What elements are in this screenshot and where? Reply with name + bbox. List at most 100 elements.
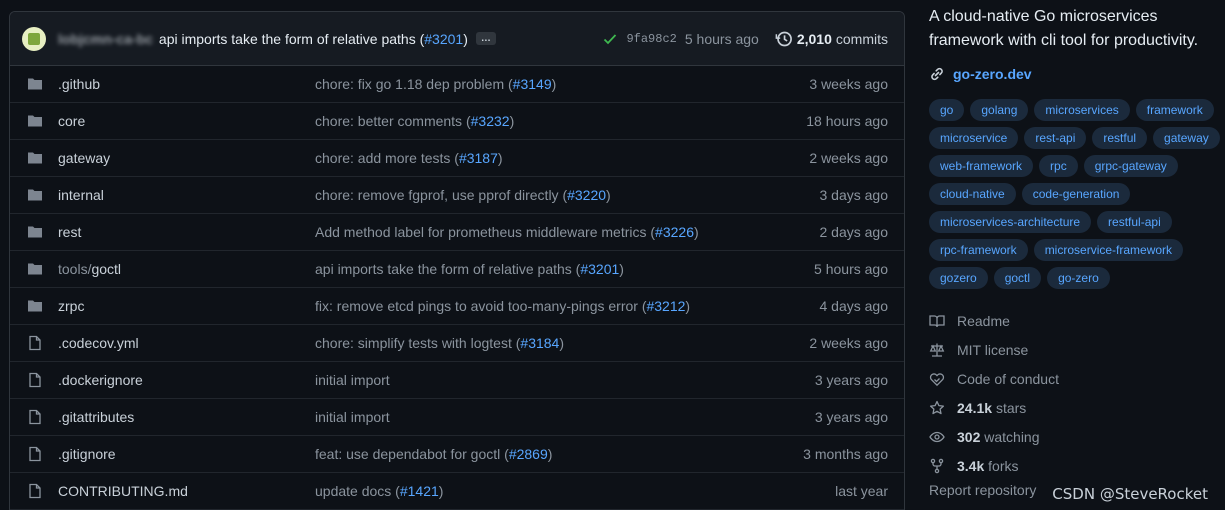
file-row[interactable]: .dockerignore initial import 3 years ago	[10, 362, 904, 399]
file-pr-link[interactable]: #3201	[580, 261, 619, 277]
topic-tag[interactable]: framework	[1135, 99, 1214, 121]
file-commit-message[interactable]: chore: add more tests (#3187)	[315, 150, 503, 166]
file-row[interactable]: .gitignore feat: use dependabot for goctl…	[10, 436, 904, 473]
topic-tag[interactable]: goctl	[993, 267, 1042, 289]
file-row[interactable]: rest Add method label for prometheus midd…	[10, 214, 904, 251]
file-browser: lobjcmn-ca-bc api imports take the form …	[9, 11, 905, 510]
folder-icon	[28, 263, 42, 275]
file-name[interactable]: zrpc	[58, 298, 84, 314]
file-name[interactable]: .codecov.yml	[58, 335, 139, 351]
website-url[interactable]: go-zero.dev	[953, 66, 1032, 82]
file-commit-message[interactable]: update docs (#1421)	[315, 483, 443, 499]
stars-link[interactable]: 24.1k stars	[929, 393, 1225, 422]
commit-author[interactable]: lobjcmn-ca-bc	[58, 31, 153, 47]
file-row[interactable]: tools/goctl api imports take the form of …	[10, 251, 904, 288]
file-pr-link[interactable]: #1421	[400, 483, 439, 499]
file-age: 3 months ago	[803, 446, 888, 462]
file-age: 4 days ago	[819, 298, 889, 314]
file-commit-message[interactable]: feat: use dependabot for goctl (#2869)	[315, 446, 552, 462]
topic-tag[interactable]: go-zero	[1047, 267, 1110, 289]
file-name[interactable]: core	[58, 113, 85, 129]
website-link[interactable]: go-zero.dev	[929, 66, 1225, 82]
file-row[interactable]: CONTRIBUTING.md update docs (#1421) last y…	[10, 473, 904, 510]
author-avatar[interactable]	[22, 26, 46, 51]
topic-tag[interactable]: rpc	[1039, 155, 1078, 177]
file-pr-link[interactable]: #3232	[471, 113, 510, 129]
file-commit-message[interactable]: Add method label for prometheus middlewa…	[315, 224, 699, 240]
topic-tag[interactable]: restful	[1092, 127, 1148, 149]
forks-count: 3.4k	[957, 457, 985, 474]
file-row[interactable]: internal chore: remove fgprof, use pprof …	[10, 177, 904, 214]
file-row[interactable]: .github chore: fix go 1.18 dep problem (#…	[10, 66, 904, 103]
watching-link[interactable]: 302 watching	[929, 422, 1225, 451]
fork-icon	[930, 458, 944, 473]
file-name[interactable]: gateway	[58, 150, 110, 166]
file-pr-link[interactable]: #3187	[459, 150, 498, 166]
commit-sha[interactable]: 9fa98c2	[626, 32, 676, 46]
forks-link[interactable]: 3.4k forks	[929, 451, 1225, 480]
file-pr-link[interactable]: #2869	[509, 446, 548, 462]
file-name[interactable]: CONTRIBUTING.md	[58, 483, 188, 499]
topic-tag[interactable]: rpc-framework	[929, 239, 1028, 261]
topic-tag[interactable]: microservice-framework	[1033, 239, 1184, 261]
code-of-conduct-link[interactable]: Code of conduct	[929, 364, 1225, 393]
file-row[interactable]: gateway chore: add more tests (#3187) 2 we…	[10, 140, 904, 177]
file-name[interactable]: internal	[58, 187, 104, 203]
topic-tag[interactable]: restful-api	[1097, 211, 1172, 233]
file-pr-link[interactable]: #3220	[567, 187, 606, 203]
file-pr-link[interactable]: #3226	[655, 224, 694, 240]
expand-commit-button[interactable]: …	[475, 32, 496, 45]
commit-history-link[interactable]: 2,010 commits	[775, 30, 888, 48]
readme-link[interactable]: Readme	[929, 306, 1225, 335]
topic-tag[interactable]: web-framework	[929, 155, 1034, 177]
file-row[interactable]: .codecov.yml chore: simplify tests with l…	[10, 325, 904, 362]
folder-icon	[28, 189, 42, 201]
topic-tag[interactable]: gozero	[929, 267, 988, 289]
topic-tag[interactable]: gateway	[1153, 127, 1220, 149]
repo-meta: Readme MIT license Code of conduct 24.1k…	[929, 306, 1225, 499]
commit-message[interactable]: api imports take the form of relative pa…	[159, 31, 468, 47]
file-commit-message[interactable]: chore: remove fgprof, use pprof directly…	[315, 187, 611, 203]
file-name[interactable]: .dockerignore	[58, 372, 143, 388]
conduct-label: Code of conduct	[957, 370, 1059, 387]
watching-count: 302	[957, 428, 981, 445]
file-pr-link[interactable]: #3212	[646, 298, 685, 314]
stars-count: 24.1k	[957, 399, 993, 416]
link-icon	[931, 67, 943, 81]
topic-tag[interactable]: microservice	[929, 127, 1019, 149]
topic-tag[interactable]: microservices	[1034, 99, 1130, 121]
file-name[interactable]: .github	[58, 76, 100, 92]
file-commit-message[interactable]: chore: better comments (#3232)	[315, 113, 514, 129]
topic-tag[interactable]: go	[929, 99, 965, 121]
scale-icon	[929, 343, 945, 357]
file-name[interactable]: tools/goctl	[58, 261, 121, 277]
file-icon	[29, 409, 41, 425]
file-commit-message[interactable]: chore: simplify tests with logtest (#318…	[315, 335, 564, 351]
file-commit-message[interactable]: chore: fix go 1.18 dep problem (#3149)	[315, 76, 556, 92]
file-name[interactable]: .gitattributes	[58, 409, 134, 425]
file-age: 2 days ago	[819, 224, 889, 240]
commit-pr-link[interactable]: #3201	[424, 31, 463, 47]
file-commit-message[interactable]: initial import	[315, 409, 390, 425]
file-commit-message[interactable]: api imports take the form of relative pa…	[315, 261, 624, 277]
file-row[interactable]: .gitattributes initial import 3 years ago	[10, 399, 904, 436]
file-pr-link[interactable]: #3184	[520, 335, 559, 351]
topic-tag[interactable]: rest-api	[1024, 127, 1087, 149]
topic-tag[interactable]: grpc-gateway	[1083, 155, 1178, 177]
file-commit-message[interactable]: initial import	[315, 372, 390, 388]
check-icon[interactable]	[602, 31, 618, 47]
file-row[interactable]: core chore: better comments (#3232) 18 hou…	[10, 103, 904, 140]
eye-icon	[929, 431, 945, 442]
file-name[interactable]: .gitignore	[58, 446, 116, 462]
file-pr-link[interactable]: #3149	[513, 76, 552, 92]
topic-tag[interactable]: golang	[970, 99, 1029, 121]
file-name[interactable]: rest	[58, 224, 81, 240]
topic-tag[interactable]: code-generation	[1021, 183, 1131, 205]
folder-icon	[28, 78, 42, 90]
topic-tag[interactable]: microservices-architecture	[929, 211, 1092, 233]
file-age: last year	[835, 483, 888, 499]
file-row[interactable]: zrpc fix: remove etcd pings to avoid too-…	[10, 288, 904, 325]
file-commit-message[interactable]: fix: remove etcd pings to avoid too-many…	[315, 298, 690, 314]
license-link[interactable]: MIT license	[929, 335, 1225, 364]
topic-tag[interactable]: cloud-native	[929, 183, 1016, 205]
